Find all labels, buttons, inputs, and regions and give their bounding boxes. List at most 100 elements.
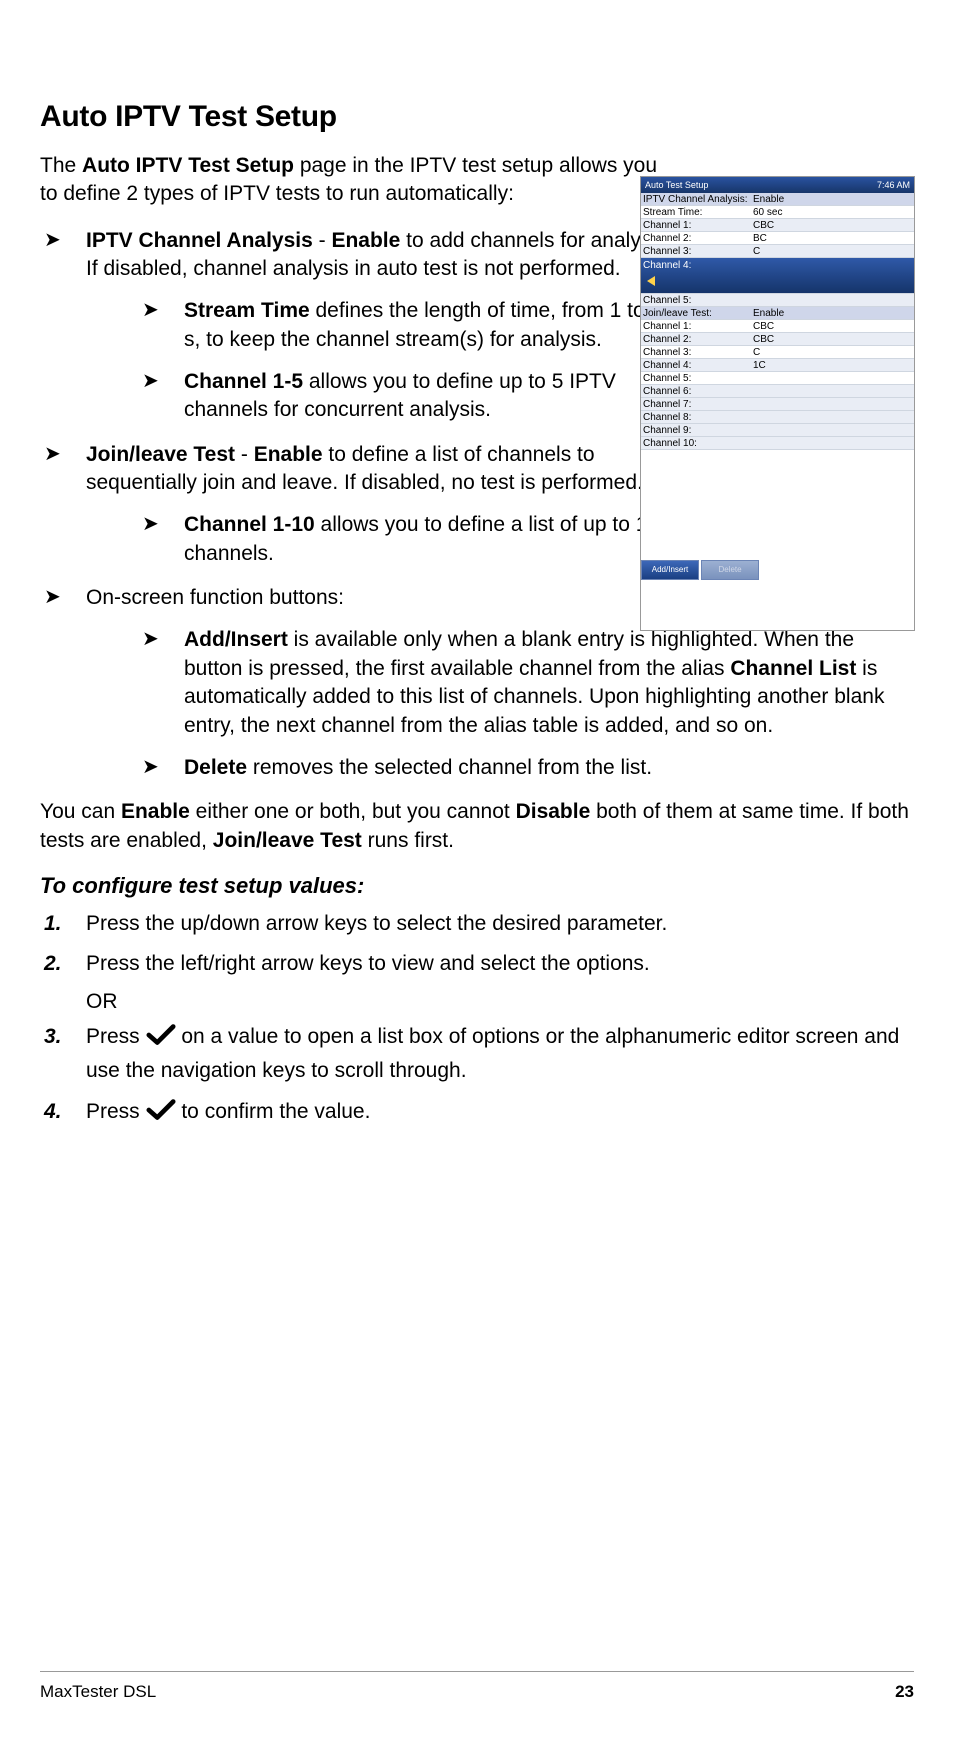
add-insert-button[interactable]: Add/Insert — [641, 560, 699, 580]
row-label: Channel 9: — [641, 424, 751, 436]
table-row[interactable]: Join/leave Test:Enable — [641, 307, 914, 320]
step-2-text: Press the left/right arrow keys to view … — [86, 952, 650, 975]
screenshot-title: Auto Test Setup — [645, 177, 708, 193]
check-icon — [146, 1098, 176, 1131]
row-label: Stream Time: — [641, 206, 751, 218]
bullet-a-bold1: IPTV Channel Analysis — [86, 229, 313, 252]
delete-button[interactable]: Delete — [701, 560, 759, 580]
table-row[interactable]: Channel 1:CBC — [641, 320, 914, 333]
table-row[interactable]: Stream Time:60 sec — [641, 206, 914, 219]
footer-page-number: 23 — [895, 1682, 914, 1702]
table-row[interactable]: Channel 6: — [641, 385, 914, 398]
bullet-c-sub1-bold2: Channel List — [730, 657, 856, 680]
screenshot-button-row: Add/Insert Delete — [641, 560, 914, 580]
bullet-b-bold2: Enable — [254, 443, 323, 466]
configure-subheading: To configure test setup values: — [40, 873, 914, 899]
step-4-text2: to confirm the value. — [176, 1100, 371, 1123]
bullet-a-sub1-bold: Stream Time — [184, 299, 310, 322]
row-value: BC — [751, 232, 914, 244]
row-label: Channel 4: — [641, 359, 751, 371]
row-label: Channel 1: — [641, 219, 751, 231]
table-row[interactable]: Channel 7: — [641, 398, 914, 411]
step-1-text: Press the up/down arrow keys to select t… — [86, 912, 667, 935]
note-b3: Join/leave Test — [213, 829, 362, 852]
row-value: Enable — [751, 307, 914, 319]
step-1-number: 1. — [44, 909, 62, 939]
row-label: Channel 3: — [641, 346, 751, 358]
row-label: Channel 10: — [641, 437, 751, 449]
or-text: OR — [86, 990, 914, 1014]
row-value: C — [751, 245, 914, 257]
table-row[interactable]: Channel 2:CBC — [641, 333, 914, 346]
screenshot-titlebar: Auto Test Setup 7:46 AM — [641, 177, 914, 193]
row-value — [751, 398, 914, 410]
bullet-channel-1-10: Channel 1-10 allows you to define a list… — [138, 511, 680, 568]
table-row[interactable]: Channel 5: — [641, 372, 914, 385]
row-label: Channel 3: — [641, 245, 751, 257]
step-2: 2. Press the left/right arrow keys to vi… — [40, 949, 914, 979]
step-3-text1: Press — [86, 1025, 146, 1048]
bullet-a-sublist: Stream Time defines the length of time, … — [138, 297, 680, 424]
bullet-join-leave: Join/leave Test - Enable to define a lis… — [40, 441, 680, 568]
table-row[interactable]: IPTV Channel Analysis:Enable — [641, 193, 914, 206]
row-value — [751, 437, 914, 449]
row-value: CBC — [751, 333, 914, 345]
step-4-text1: Press — [86, 1100, 146, 1123]
table-row[interactable]: Channel 5: — [641, 294, 914, 307]
page-title: Auto IPTV Test Setup — [40, 100, 914, 134]
row-value — [751, 372, 914, 384]
bullet-iptv-analysis: IPTV Channel Analysis - Enable to add ch… — [40, 227, 680, 425]
row-label: Join/leave Test: — [641, 307, 751, 319]
row-label: Channel 2: — [641, 232, 751, 244]
screenshot-selected-label: Channel 4: — [643, 260, 912, 271]
row-label: Channel 5: — [641, 372, 751, 384]
row-value: C — [751, 346, 914, 358]
row-label: Channel 2: — [641, 333, 751, 345]
step-3: 3. Press on a value to open a list box o… — [40, 1022, 914, 1087]
bullet-b-sub1-bold: Channel 1-10 — [184, 513, 315, 536]
intro-bold: Auto IPTV Test Setup — [82, 154, 294, 177]
row-value — [751, 411, 914, 423]
screenshot-time: 7:46 AM — [877, 177, 910, 193]
row-value — [751, 385, 914, 397]
check-icon — [146, 1023, 176, 1056]
row-value — [751, 424, 914, 436]
row-value: 1C — [751, 359, 914, 371]
enable-disable-note: You can Enable either one or both, but y… — [40, 798, 914, 855]
screenshot-selected-row[interactable]: Channel 4: — [641, 258, 914, 294]
intro-text-pre: The — [40, 154, 82, 177]
step-3-number: 3. — [44, 1022, 62, 1052]
bullet-c-sublist: Add/Insert is available only when a blan… — [138, 626, 910, 782]
table-row[interactable]: Channel 3:C — [641, 346, 914, 359]
row-value: CBC — [751, 219, 914, 231]
row-label: Channel 6: — [641, 385, 751, 397]
row-label: Channel 7: — [641, 398, 751, 410]
step-3-text2: on a value to open a list box of options… — [86, 1025, 899, 1082]
steps-list-2: 3. Press on a value to open a list box o… — [40, 1022, 914, 1131]
table-row[interactable]: Channel 8: — [641, 411, 914, 424]
step-2-number: 2. — [44, 949, 62, 979]
table-row[interactable]: Channel 9: — [641, 424, 914, 437]
table-row[interactable]: Channel 2:BC — [641, 232, 914, 245]
table-row[interactable]: Channel 1:CBC — [641, 219, 914, 232]
page-footer: MaxTester DSL 23 — [40, 1671, 914, 1702]
table-row[interactable]: Channel 4:1C — [641, 359, 914, 372]
row-value: CBC — [751, 320, 914, 332]
bullet-c-sub2-text: removes the selected channel from the li… — [247, 756, 652, 779]
bullet-delete: Delete removes the selected channel from… — [138, 754, 910, 782]
table-row[interactable]: Channel 10: — [641, 437, 914, 450]
table-row[interactable]: Channel 3:C — [641, 245, 914, 258]
bullet-b-sublist: Channel 1-10 allows you to define a list… — [138, 511, 680, 568]
step-4-number: 4. — [44, 1097, 62, 1127]
bullet-c-text: On-screen function buttons: — [86, 586, 344, 609]
bullet-b-sep: - — [235, 443, 254, 466]
intro-paragraph: The Auto IPTV Test Setup page in the IPT… — [40, 152, 660, 209]
row-value: Enable — [751, 193, 914, 205]
note-t2: either one or both, but you cannot — [190, 800, 516, 823]
triangle-left-icon[interactable] — [645, 275, 657, 290]
note-t4: runs first. — [362, 829, 454, 852]
row-value: 60 sec — [751, 206, 914, 218]
steps-list: 1. Press the up/down arrow keys to selec… — [40, 909, 914, 980]
row-value — [751, 294, 914, 306]
row-label: IPTV Channel Analysis: — [641, 193, 751, 205]
